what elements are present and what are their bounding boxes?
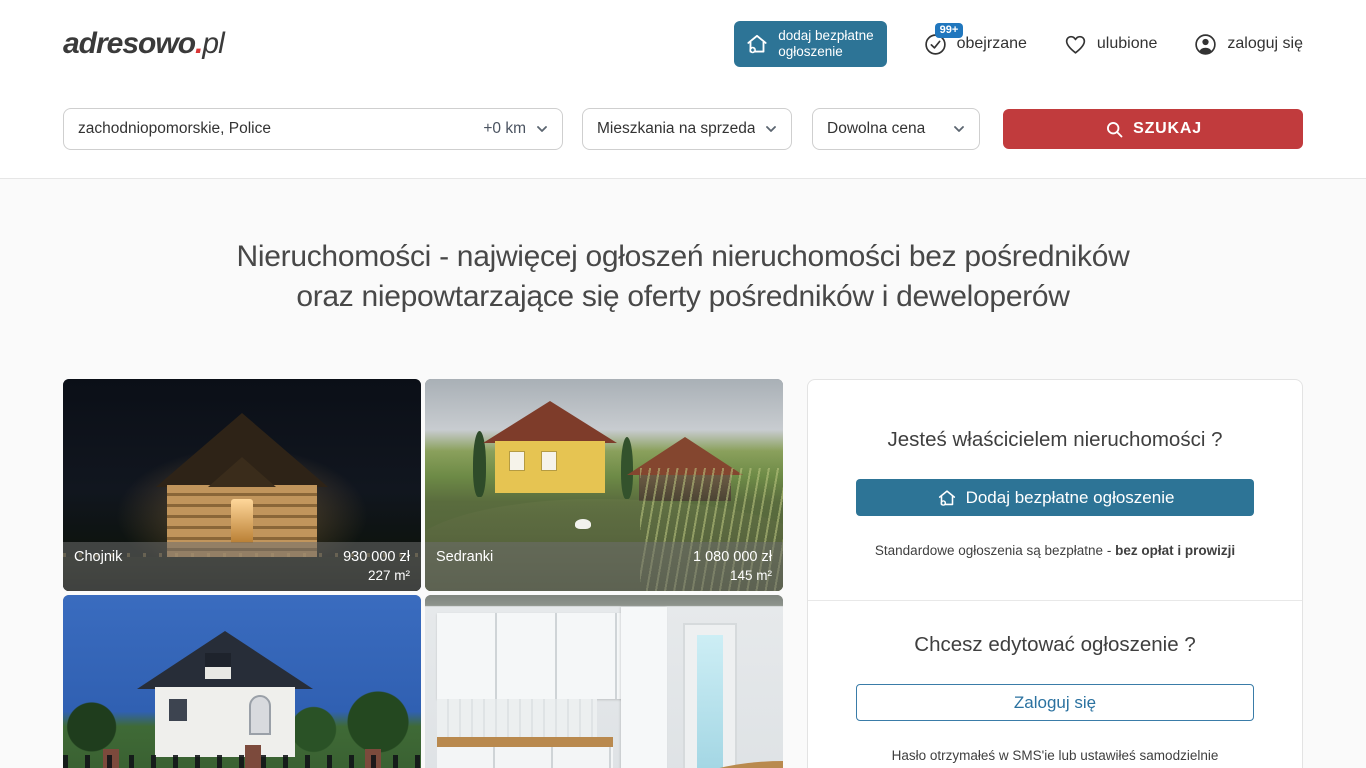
add-listing-button[interactable]: dodaj bezpłatne ogłoszenie bbox=[734, 21, 886, 67]
header: adresowo.pl dodaj bezpłatne ogłoszenie bbox=[0, 0, 1366, 88]
listing-name: Sedranki bbox=[436, 549, 493, 565]
hero-section: Nieruchomości - najwięcej ogłoszeń nieru… bbox=[0, 237, 1366, 317]
edit-section-title: Chcesz edytować ogłoszenie ? bbox=[856, 633, 1254, 657]
site-logo[interactable]: adresowo.pl bbox=[63, 27, 224, 61]
nav-item-label: zaloguj się bbox=[1227, 35, 1303, 53]
listing-price: 930 000 zł bbox=[343, 549, 410, 565]
viewed-count-badge: 99+ bbox=[935, 23, 964, 38]
listing-overlay: Sedranki 1 080 000 zł 145 m² bbox=[425, 542, 783, 591]
add-listing-label: dodaj bezpłatne ogłoszenie bbox=[778, 28, 873, 60]
listing-overlay: Chojnik 930 000 zł 227 m² bbox=[63, 542, 421, 591]
edit-note: Hasło otrzymałeś w SMS'ie lub ustawiłeś … bbox=[856, 748, 1254, 763]
nav-item-label: obejrzane bbox=[957, 35, 1027, 53]
owner-note: Standardowe ogłoszenia są bezpłatne - be… bbox=[856, 543, 1254, 558]
edit-section: Chcesz edytować ogłoszenie ? Zaloguj się… bbox=[808, 600, 1302, 768]
user-icon bbox=[1193, 32, 1218, 57]
add-free-listing-button[interactable]: Dodaj bezpłatne ogłoszenie bbox=[856, 479, 1254, 516]
nav-item-viewed[interactable]: 99+ obejrzane bbox=[923, 32, 1027, 57]
chevron-down-icon bbox=[763, 121, 779, 137]
listing-area: 145 m² bbox=[436, 568, 772, 583]
heart-icon bbox=[1063, 32, 1088, 57]
main-content: Chojnik 930 000 zł 227 m² Sedranki 1 080… bbox=[0, 379, 1366, 768]
chevron-down-icon bbox=[951, 121, 967, 137]
listing-card[interactable]: Warszawa Wola, ul. 950 000 zł bbox=[425, 595, 783, 768]
house-plus-icon bbox=[936, 487, 958, 509]
header-actions: dodaj bezpłatne ogłoszenie 99+ obejrzane… bbox=[734, 21, 1303, 67]
listing-card[interactable]: Sedranki 1 080 000 zł 145 m² bbox=[425, 379, 783, 591]
logo-text: adresowo bbox=[63, 27, 195, 60]
radius-value: +0 km bbox=[483, 120, 526, 138]
house-plus-icon bbox=[744, 31, 770, 57]
category-value: Mieszkania na sprzedaż bbox=[597, 120, 755, 138]
listing-name: Chojnik bbox=[74, 549, 122, 565]
owner-panel: Jesteś właścicielem nieruchomości ? Doda… bbox=[807, 379, 1303, 768]
search-button-label: SZUKAJ bbox=[1133, 120, 1202, 138]
logo-tld: pl bbox=[202, 27, 223, 60]
search-icon bbox=[1104, 119, 1125, 140]
location-input[interactable]: zachodniopomorskie, Police +0 km bbox=[63, 108, 563, 150]
owner-section-title: Jesteś właścicielem nieruchomości ? bbox=[856, 428, 1254, 452]
listings-grid: Chojnik 930 000 zł 227 m² Sedranki 1 080… bbox=[63, 379, 783, 768]
search-button[interactable]: SZUKAJ bbox=[1003, 109, 1303, 149]
listing-card[interactable]: Zegocie Podskale, ul. 1 055 000 zł bbox=[63, 595, 421, 768]
owner-section: Jesteś właścicielem nieruchomości ? Doda… bbox=[808, 380, 1302, 600]
check-circle-icon: 99+ bbox=[923, 32, 948, 57]
listing-photo-kitchen bbox=[425, 595, 783, 768]
listing-area: 227 m² bbox=[74, 568, 410, 583]
search-bar: zachodniopomorskie, Police +0 km Mieszka… bbox=[0, 88, 1366, 179]
listing-card[interactable]: Chojnik 930 000 zł 227 m² bbox=[63, 379, 421, 591]
add-free-listing-label: Dodaj bezpłatne ogłoszenie bbox=[966, 488, 1175, 508]
nav-item-favorites[interactable]: ulubione bbox=[1063, 32, 1158, 57]
chevron-down-icon bbox=[534, 121, 550, 137]
nav-item-login[interactable]: zaloguj się bbox=[1193, 32, 1303, 57]
price-select[interactable]: Dowolna cena bbox=[812, 108, 980, 150]
login-button[interactable]: Zaloguj się bbox=[856, 684, 1254, 721]
category-select[interactable]: Mieszkania na sprzedaż bbox=[582, 108, 792, 150]
page-title: Nieruchomości - najwięcej ogłoszeń nieru… bbox=[0, 237, 1366, 317]
login-button-label: Zaloguj się bbox=[1014, 693, 1096, 713]
listing-photo-white-house bbox=[63, 595, 421, 768]
nav-item-label: ulubione bbox=[1097, 35, 1158, 53]
location-value: zachodniopomorskie, Police bbox=[78, 120, 271, 138]
price-value: Dowolna cena bbox=[827, 120, 925, 138]
listing-price: 1 080 000 zł bbox=[693, 549, 772, 565]
